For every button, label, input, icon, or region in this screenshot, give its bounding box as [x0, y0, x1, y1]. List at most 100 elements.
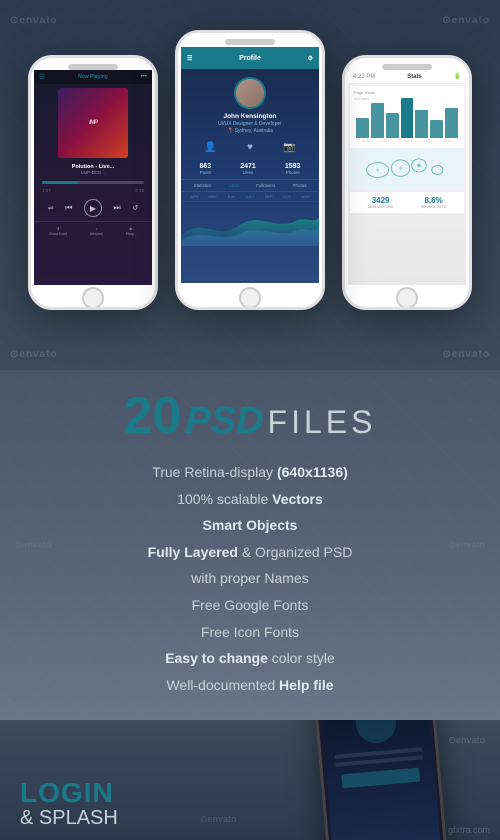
- month-apr: APR: [190, 194, 198, 199]
- feature-fonts: Free Google Fonts: [20, 592, 480, 619]
- profile-location: 📍 Sydney, Australia: [181, 128, 319, 135]
- profile-screen: ☰ Profile ⚙ ‹ › John Kensington UI/UX De…: [181, 47, 319, 283]
- psd-headline: 20 PSD FILES: [124, 390, 377, 443]
- prev-icon[interactable]: ⏮: [65, 203, 72, 213]
- profile-title: Profile: [239, 55, 261, 62]
- feature-layered: Fully Layered & Organized PSDwith proper…: [20, 539, 480, 592]
- phone-notch-left: [68, 64, 118, 70]
- stat-likes: 2471 Likes: [240, 163, 256, 175]
- next-icon[interactable]: ⏭: [114, 203, 121, 213]
- tab-likes[interactable]: Likes: [229, 183, 240, 188]
- time-total: 3:45: [135, 188, 144, 193]
- page-wrapper: ☰ Now Playing ••• IMP Polution - Live...…: [0, 0, 500, 840]
- play-button[interactable]: ▶: [84, 199, 102, 217]
- nav-download[interactable]: ⬇Download: [49, 226, 67, 236]
- avatar-image: [236, 79, 264, 107]
- headline-files: FILES: [268, 404, 377, 441]
- phone-notch-right: [382, 64, 432, 70]
- profile-stats: 863 Posts 2471 Likes 1593 Photos: [181, 157, 319, 179]
- shuffle-icon[interactable]: ⇌: [48, 204, 54, 212]
- feature-color: Easy to change color style: [20, 645, 480, 672]
- phones-section: ☰ Now Playing ••• IMP Polution - Live...…: [0, 0, 500, 370]
- stats-months: JUN JULY AUG OCT NOV: [354, 138, 460, 144]
- watermark-3: ⊙envato: [10, 15, 58, 26]
- watermark-bottom-1: ⊙envato: [200, 814, 237, 825]
- page-views-label: Page Views: [354, 90, 460, 95]
- profile-tabs: Statistics Likes Followers Photos: [181, 179, 319, 192]
- phone-music: ☰ Now Playing ••• IMP Polution - Live...…: [28, 55, 158, 310]
- music-progress-fill: [42, 181, 78, 184]
- profile-settings-icon[interactable]: ⚙: [308, 55, 313, 62]
- nav-play[interactable]: ▶Play...: [126, 226, 137, 236]
- hamburger-icon[interactable]: ☰: [39, 73, 45, 81]
- time-elapsed: 1:37: [42, 188, 51, 193]
- login-title: LOGIN: [20, 779, 118, 807]
- music-controls: ⇌ ⏮ ▶ ⏭ ↺: [34, 195, 152, 221]
- music-progress-bar[interactable]: [42, 181, 144, 184]
- bar-5: [415, 110, 428, 138]
- profile-icon-user[interactable]: 👤: [204, 142, 216, 153]
- profile-menu-icon[interactable]: ☰: [187, 55, 192, 62]
- watermark-2: ⊙envato: [442, 349, 490, 360]
- battery-icon: 🔋: [454, 73, 461, 80]
- track-info: Polution - Live... LMP-DCD...: [34, 162, 152, 177]
- stat-visitors: 3429 NEW VISITORS: [368, 196, 393, 209]
- music-header: ☰ Now Playing •••: [34, 70, 152, 84]
- month-july: JULY: [245, 194, 254, 199]
- month-nov: NOV: [301, 194, 310, 199]
- stat-month-3: AUG: [403, 139, 411, 143]
- phone-notch-center: [225, 39, 275, 45]
- stat-month-2: JULY: [382, 139, 390, 143]
- month-jun: JUN: [227, 194, 235, 199]
- profile-wave-chart: [181, 206, 319, 246]
- stat-posts: 863 Posts: [200, 163, 212, 175]
- nav-albums[interactable]: ♪Albums: [90, 226, 103, 236]
- music-title: Now Playing: [78, 74, 108, 80]
- profile-icon-photo[interactable]: 📷: [283, 142, 295, 153]
- tab-photos[interactable]: Photos: [292, 183, 306, 188]
- home-button-center[interactable]: [239, 287, 261, 309]
- gfxtra-watermark: gfxtra.com: [448, 825, 490, 835]
- month-sep: SEP: [265, 194, 273, 199]
- headline-psd: PSD: [185, 400, 263, 443]
- headline-number: 20: [124, 390, 182, 442]
- stats-numbers: 3429 NEW VISITORS 8,6% BOUNCE RATE: [350, 192, 464, 213]
- bottom-phone: [312, 720, 449, 840]
- profile-header-icons: ☰ Profile ⚙: [181, 47, 319, 69]
- stat-month-4: OCT: [424, 139, 431, 143]
- splash-text: & SPLASH: [20, 807, 118, 830]
- feature-icon-fonts: Free Icon Fonts: [20, 619, 480, 646]
- month-may: MAY: [208, 194, 216, 199]
- month-oct: OCT: [283, 194, 291, 199]
- watermark-bottom-2: ⊙envato: [448, 735, 485, 746]
- tab-statistics[interactable]: Statistics: [194, 183, 212, 188]
- features-list: True Retina-display (640x1136) 100% scal…: [20, 459, 480, 698]
- stat-photos: 1593 Photos: [285, 163, 301, 175]
- music-screen: ☰ Now Playing ••• IMP Polution - Live...…: [34, 70, 152, 285]
- home-button-right[interactable]: [396, 287, 418, 309]
- home-button-left[interactable]: [82, 287, 104, 309]
- feature-retina: True Retina-display (640x1136): [20, 459, 480, 486]
- phone-profile: ☰ Profile ⚙ ‹ › John Kensington UI/UX De…: [175, 30, 325, 310]
- feature-vectors: 100% scalable Vectors: [20, 486, 480, 513]
- music-nav: ⬇Download ♪Albums ▶Play...: [34, 221, 152, 240]
- tab-followers[interactable]: Followers: [256, 183, 275, 188]
- stat-bounce: 8,6% BOUNCE RATE: [421, 196, 446, 209]
- artist-name: LMP-DCD...: [36, 170, 150, 175]
- world-map: [350, 150, 464, 190]
- login-text-block: LOGIN & SPLASH: [20, 779, 118, 830]
- stats-header: 4:23 PM Stats 🔋: [348, 70, 466, 84]
- profile-icon-heart[interactable]: ♥: [247, 142, 253, 153]
- watermark-4: ⊙envato: [442, 15, 490, 26]
- profile-avatar: [234, 77, 266, 109]
- bottom-section: LOGIN & SPLASH ⊙envato ⊙envato gfxtra.co…: [0, 720, 500, 840]
- features-section: ⊙envato ⊙envato 20 PSD FILES True Retina…: [0, 370, 500, 720]
- profile-name: John Kensington: [181, 113, 319, 121]
- repeat-icon[interactable]: ↺: [132, 204, 138, 212]
- phone-stats: 4:23 PM Stats 🔋 Page Views 412 users: [342, 55, 472, 310]
- bar-4: [401, 98, 414, 138]
- bar-2: [371, 103, 384, 138]
- feature-help: Well-documented Help file: [20, 672, 480, 699]
- music-menu-icon[interactable]: •••: [141, 74, 147, 80]
- bottom-phone-screen: [319, 720, 441, 840]
